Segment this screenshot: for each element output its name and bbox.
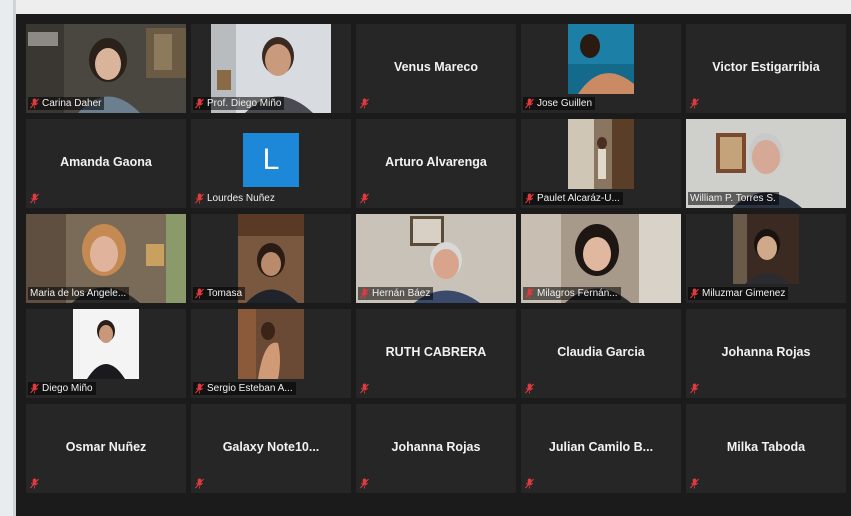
muted-mic-icon — [360, 478, 369, 489]
muted-mic-icon — [525, 288, 534, 299]
muted-mic-icon — [360, 193, 369, 204]
participant-name: Paulet Alcaráz-U... — [537, 193, 620, 204]
muted-mic-icon — [30, 98, 39, 109]
muted-mic-icon — [525, 193, 534, 204]
muted-mic-icon — [690, 288, 699, 299]
participant-tile[interactable]: L Lourdes Nuñez — [191, 119, 351, 208]
participant-name: Carina Daher — [42, 98, 102, 109]
participant-tile[interactable]: Venus Mareco — [356, 24, 516, 113]
participant-tile[interactable]: Diego Miño — [26, 309, 186, 398]
participant-tile[interactable]: Prof. Diego Miño — [191, 24, 351, 113]
participant-tile[interactable]: Julian Camilo B... — [521, 404, 681, 493]
participant-name: Galaxy Note10... — [222, 440, 320, 454]
participant-name: Claudia Garcia — [557, 345, 645, 359]
participant-tile[interactable]: Victor Estigarribia — [686, 24, 846, 113]
muted-mic-icon — [525, 478, 534, 489]
muted-mic-icon — [525, 383, 534, 394]
participant-tile[interactable]: Johanna Rojas — [686, 309, 846, 398]
participant-name: Diego Miño — [42, 383, 93, 394]
participant-video — [238, 214, 304, 303]
muted-mic-icon — [360, 98, 369, 109]
muted-mic-icon — [690, 383, 699, 394]
muted-mic-icon — [30, 193, 39, 204]
participant-name: Milka Taboda — [726, 440, 806, 454]
muted-mic-icon — [690, 478, 699, 489]
participant-tile[interactable]: Tomasa — [191, 214, 351, 303]
muted-mic-icon — [195, 288, 204, 299]
participant-tile[interactable]: Miluzmar Gimenez — [686, 214, 846, 303]
muted-mic-icon — [195, 98, 204, 109]
participant-tile[interactable]: Milka Taboda — [686, 404, 846, 493]
participant-name: RUTH CABRERA — [385, 345, 487, 359]
window-top-edge — [0, 0, 851, 14]
muted-mic-icon — [30, 383, 39, 394]
muted-mic-icon — [525, 98, 534, 109]
participant-tile[interactable]: William P. Torres S. — [686, 119, 846, 208]
side-panel-edge — [0, 0, 16, 516]
participant-name: Osmar Nuñez — [65, 440, 147, 454]
participant-tile[interactable]: Galaxy Note10... — [191, 404, 351, 493]
muted-mic-icon — [195, 478, 204, 489]
participant-name: William P. Torres S. — [690, 193, 776, 204]
participant-name: Prof. Diego Miño — [207, 98, 282, 109]
muted-mic-icon — [195, 383, 204, 394]
muted-mic-icon — [360, 383, 369, 394]
participant-name: Sergio Esteban A... — [207, 383, 293, 394]
participant-name: Victor Estigarribia — [712, 60, 820, 74]
participant-name: Julian Camilo B... — [548, 440, 654, 454]
participant-tile[interactable]: Sergio Esteban A... — [191, 309, 351, 398]
meeting-gallery-view: Carina Daher Prof. Diego Miño Venus Mare… — [16, 14, 851, 516]
participant-name: Lourdes Nuñez — [207, 193, 275, 204]
participant-tile[interactable]: Milagros Fernán... — [521, 214, 681, 303]
participant-tile[interactable]: Paulet Alcaráz-U... — [521, 119, 681, 208]
participant-name: Venus Mareco — [393, 60, 479, 74]
muted-mic-icon — [30, 478, 39, 489]
participant-name: Jose Guillen — [537, 98, 593, 109]
participant-tile[interactable]: Amanda Gaona — [26, 119, 186, 208]
participant-tile[interactable]: Johanna Rojas — [356, 404, 516, 493]
participant-tile[interactable]: Osmar Nuñez — [26, 404, 186, 493]
participant-name: Maria de los Angele... — [30, 288, 127, 299]
muted-mic-icon — [360, 288, 369, 299]
participant-tile[interactable]: RUTH CABRERA — [356, 309, 516, 398]
participant-tile[interactable]: Jose Guillen — [521, 24, 681, 113]
participant-name: Johanna Rojas — [391, 440, 481, 454]
participant-tile[interactable]: Arturo Alvarenga — [356, 119, 516, 208]
participant-name: Johanna Rojas — [721, 345, 811, 359]
participant-grid: Carina Daher Prof. Diego Miño Venus Mare… — [26, 24, 846, 493]
participant-tile[interactable]: Carina Daher — [26, 24, 186, 113]
participant-name: Hernán Báez — [372, 288, 431, 299]
participant-tile[interactable]: Hernán Báez — [356, 214, 516, 303]
participant-name: Tomasa — [207, 288, 243, 299]
participant-name: Amanda Gaona — [60, 155, 152, 169]
muted-mic-icon — [690, 98, 699, 109]
participant-tile[interactable]: Claudia Garcia — [521, 309, 681, 398]
muted-mic-icon — [195, 193, 204, 204]
participant-tile-active-speaker[interactable]: Maria de los Angele... — [26, 214, 186, 303]
participant-name: Arturo Alvarenga — [385, 155, 487, 169]
participant-name: Milagros Fernán... — [537, 288, 618, 299]
participant-name: Miluzmar Gimenez — [702, 288, 786, 299]
avatar: L — [243, 133, 299, 187]
